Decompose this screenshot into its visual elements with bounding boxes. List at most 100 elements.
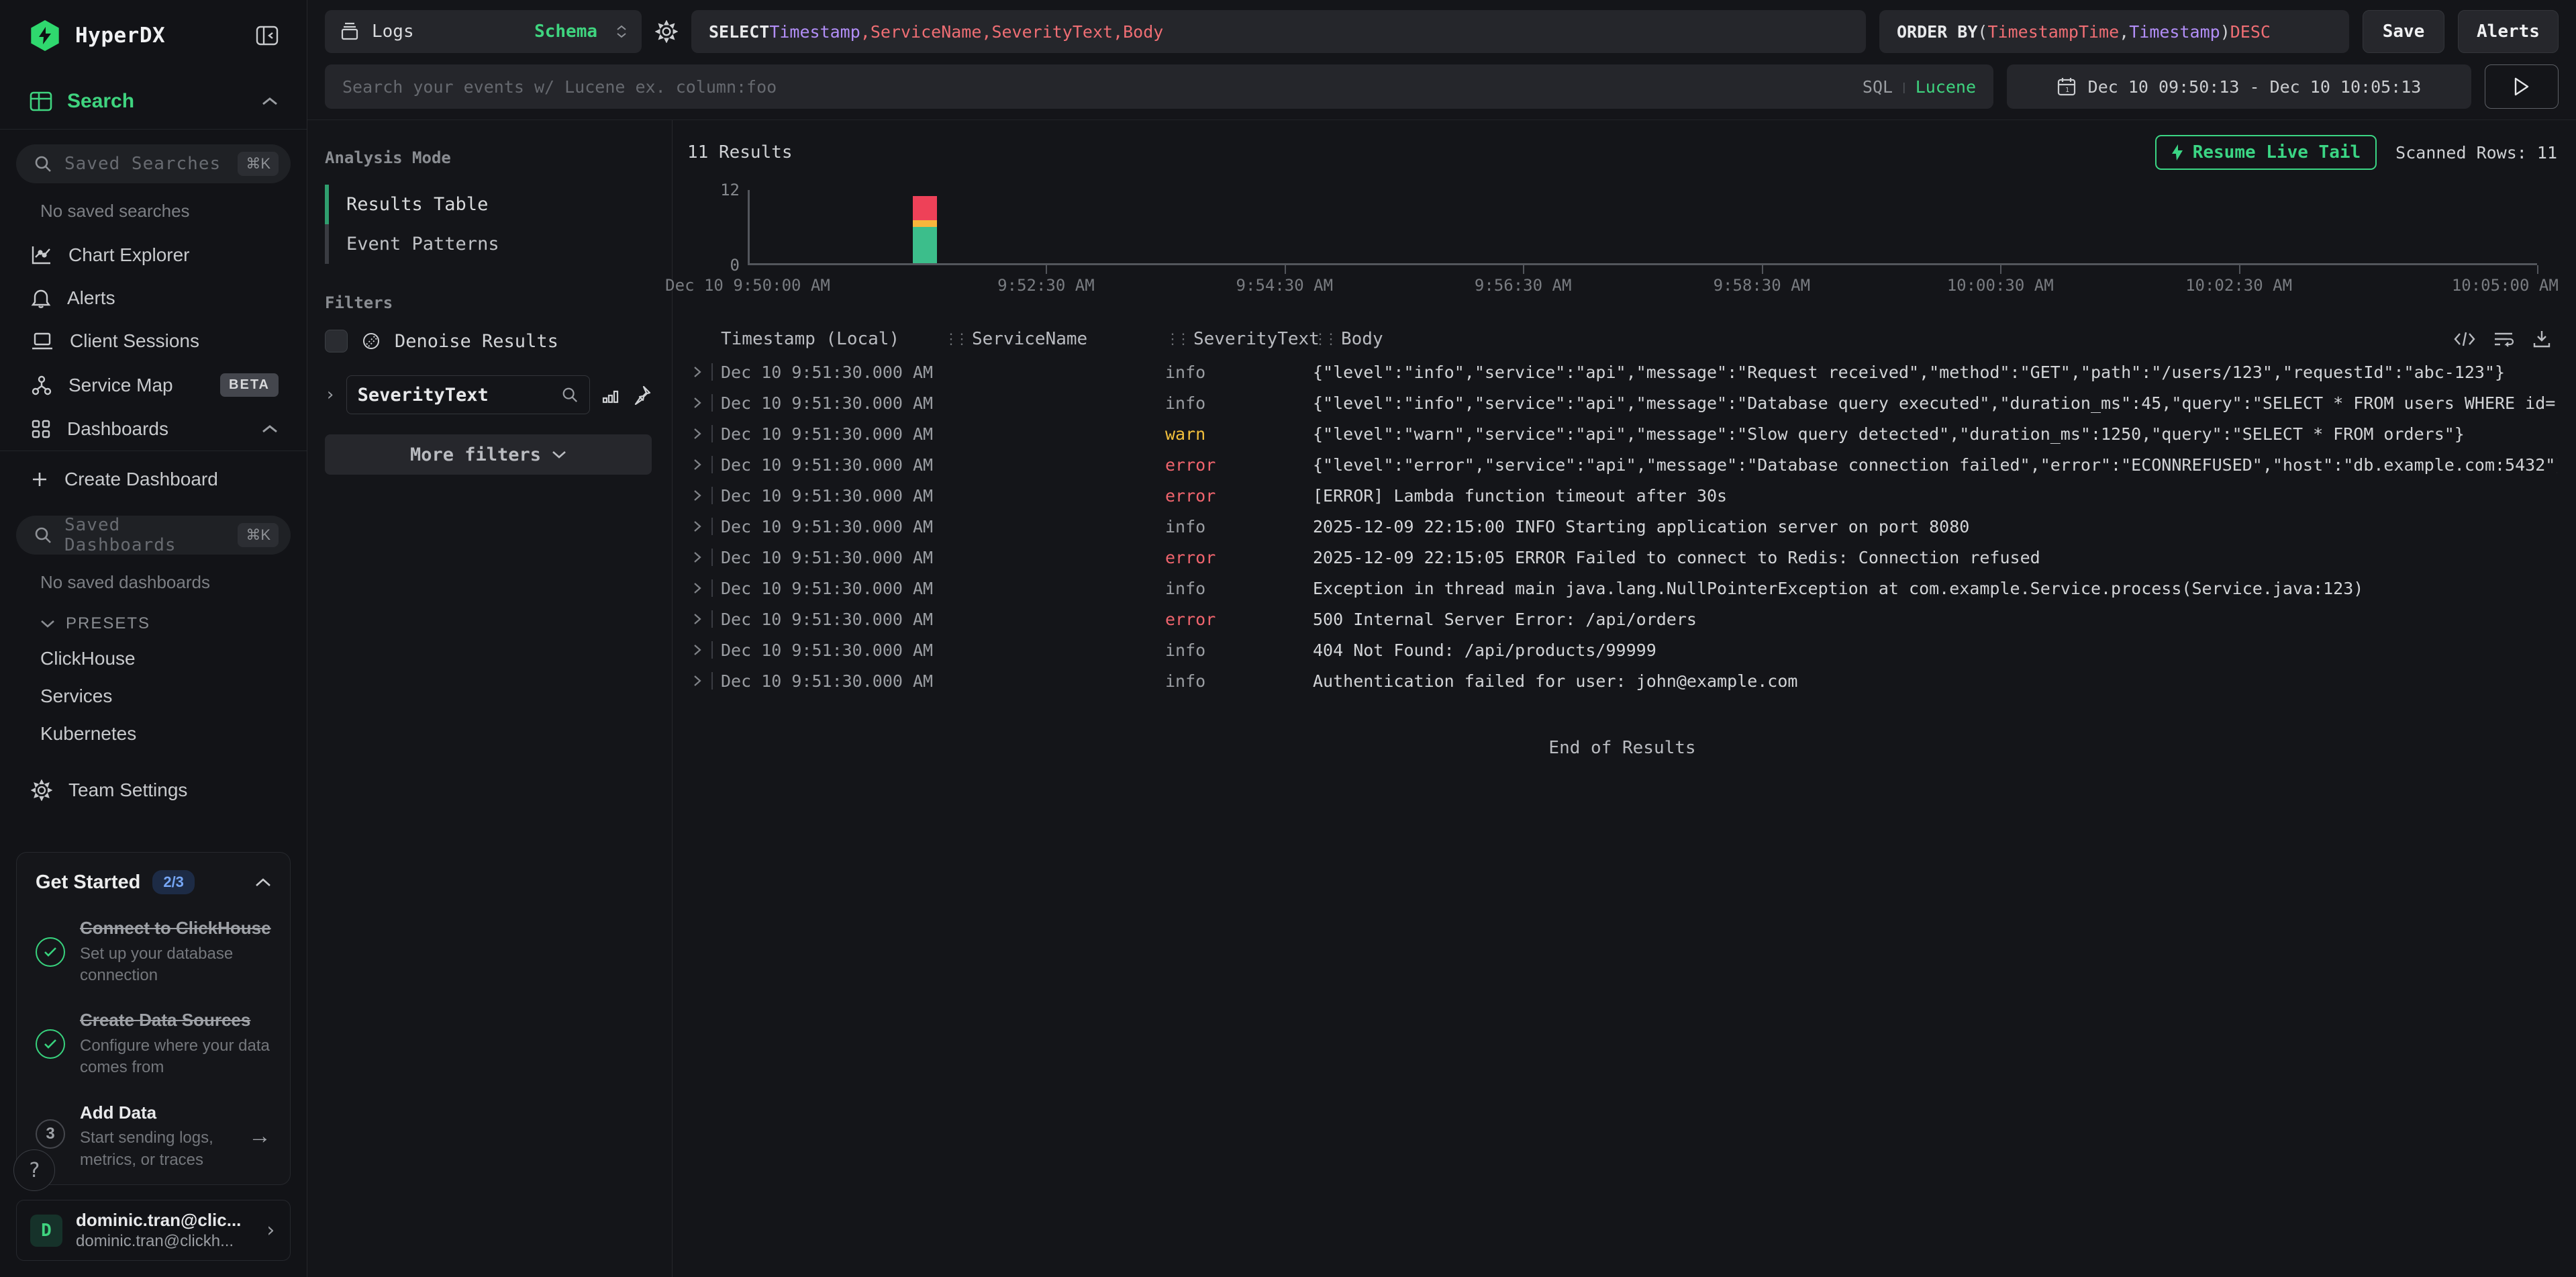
analysis-mode-results-table[interactable]: Results Table <box>325 185 652 224</box>
severity-filter-row: › SeverityText <box>325 375 652 414</box>
sidebar-item-dashboards[interactable]: Dashboards <box>0 408 307 451</box>
table-row[interactable]: Dec 10 9:51:30.000 AMwarn{"level":"warn"… <box>687 418 2557 449</box>
chevron-up-icon[interactable] <box>261 424 279 434</box>
row-expand-chevron[interactable] <box>687 672 721 690</box>
get-started-item[interactable]: 3Add DataStart sending logs, metrics, or… <box>36 1102 271 1171</box>
run-query-button[interactable] <box>2485 64 2559 109</box>
x-axis <box>748 263 2537 265</box>
table-row[interactable]: Dec 10 9:51:30.000 AMinfoException in th… <box>687 573 2557 604</box>
drag-handle-icon[interactable]: ⋮⋮ <box>1165 331 1187 348</box>
check-circle-icon <box>36 937 65 967</box>
denoise-label: Denoise Results <box>395 331 558 352</box>
end-of-results: End of Results <box>687 696 2557 785</box>
chart-filter-icon[interactable] <box>601 385 621 405</box>
analysis-mode-event-patterns[interactable]: Event Patterns <box>325 224 652 264</box>
sidebar-item-team-settings[interactable]: Team Settings <box>0 769 307 812</box>
table-row[interactable]: Dec 10 9:51:30.000 AMinfo{"level":"info"… <box>687 387 2557 418</box>
cell-severitytext: info <box>1165 641 1313 660</box>
denoise-checkbox[interactable] <box>325 330 348 352</box>
source-settings-gear-icon[interactable] <box>655 20 678 43</box>
save-button[interactable]: Save <box>2363 10 2444 53</box>
preset-item-services[interactable]: Services <box>0 677 307 715</box>
get-started-progress-badge: 2/3 <box>152 870 195 894</box>
event-search-input[interactable]: Search your events w/ Lucene ex. column:… <box>325 64 1993 109</box>
table-row[interactable]: Dec 10 9:51:30.000 AMerror{"level":"erro… <box>687 449 2557 480</box>
table-row[interactable]: Dec 10 9:51:30.000 AMerror500 Internal S… <box>687 604 2557 634</box>
table-row[interactable]: Dec 10 9:51:30.000 AMinfo2025-12-09 22:1… <box>687 511 2557 542</box>
sidebar-item-client-sessions[interactable]: Client Sessions <box>0 320 307 363</box>
filters-label: Filters <box>325 293 652 312</box>
chevron-up-icon[interactable] <box>261 96 279 107</box>
row-expand-chevron[interactable] <box>687 610 721 628</box>
content: Analysis Mode Results TableEvent Pattern… <box>307 120 2576 1277</box>
alerts-button[interactable]: Alerts <box>2458 10 2559 53</box>
saved-dashboards-input[interactable]: Saved Dashboards ⌘K <box>16 516 291 555</box>
row-expand-chevron[interactable] <box>687 579 721 597</box>
lang-toggle-lucene[interactable]: Lucene <box>1916 77 1976 97</box>
cell-severitytext: warn <box>1165 424 1313 444</box>
row-expand-chevron[interactable] <box>687 487 721 504</box>
results-panel: 11 Results Resume Live Tail Scanned Rows… <box>673 120 2576 1277</box>
chevron-right-icon[interactable]: › <box>325 385 336 405</box>
user-menu[interactable]: D dominic.tran@clic... dominic.tran@clic… <box>16 1200 291 1261</box>
severity-filter-search[interactable]: SeverityText <box>346 375 590 414</box>
row-expand-chevron[interactable] <box>687 518 721 535</box>
avatar: D <box>30 1215 62 1247</box>
text-wrap-icon[interactable] <box>2493 329 2514 349</box>
cell-timestamp: Dec 10 9:51:30.000 AM <box>721 579 944 598</box>
preset-item-clickhouse[interactable]: ClickHouse <box>0 640 307 677</box>
sidebar-item-service-map[interactable]: Service Map BETA <box>0 363 307 408</box>
y-axis-tick-label: 0 <box>730 256 740 275</box>
resume-live-tail-button[interactable]: Resume Live Tail <box>2155 135 2377 170</box>
presets-toggle[interactable]: PRESETS <box>0 605 307 640</box>
get-started-item[interactable]: Connect to ClickHouseSet up your databas… <box>36 917 271 986</box>
code-view-icon[interactable] <box>2454 329 2475 349</box>
table-row[interactable]: Dec 10 9:51:30.000 AMerror2025-12-09 22:… <box>687 542 2557 573</box>
more-filters-button[interactable]: More filters <box>325 434 652 475</box>
collapse-sidebar-icon[interactable] <box>256 25 279 46</box>
row-expand-chevron[interactable] <box>687 425 721 442</box>
col-header-body[interactable]: Body <box>1341 329 1383 349</box>
table-row[interactable]: Dec 10 9:51:30.000 AMinfo{"level":"info"… <box>687 357 2557 387</box>
histogram-bar[interactable] <box>913 196 937 263</box>
row-expand-chevron[interactable] <box>687 363 721 381</box>
query-token: DESC <box>2230 22 2271 42</box>
col-header-timestamp[interactable]: Timestamp (Local) <box>721 329 899 349</box>
shortcut-badge: ⌘K <box>238 152 279 176</box>
help-button[interactable]: ? <box>13 1149 55 1191</box>
saved-searches-input[interactable]: Saved Searches ⌘K <box>16 144 291 183</box>
table-row[interactable]: Dec 10 9:51:30.000 AMerror[ERROR] Lambda… <box>687 480 2557 511</box>
select-columns-input[interactable]: SELECT Timestamp,ServiceName,SeverityTex… <box>691 10 1866 53</box>
preset-item-kubernetes[interactable]: Kubernetes <box>0 715 307 753</box>
chevron-up-icon[interactable] <box>255 878 271 888</box>
download-icon[interactable] <box>2532 329 2552 349</box>
source-select[interactable]: Logs Schema <box>325 10 642 53</box>
row-expand-chevron[interactable] <box>687 394 721 412</box>
row-expand-chevron[interactable] <box>687 641 721 659</box>
drag-handle-icon[interactable]: ⋮⋮ <box>944 331 965 348</box>
sidebar-item-search[interactable]: Search <box>0 74 307 129</box>
cell-timestamp: Dec 10 9:51:30.000 AM <box>721 671 944 691</box>
table-row[interactable]: Dec 10 9:51:30.000 AMinfoAuthentication … <box>687 665 2557 696</box>
lang-toggle-sql[interactable]: SQL <box>1863 77 1893 97</box>
order-by-input[interactable]: ORDER BY (TimestampTime, Timestamp) DESC <box>1879 10 2349 53</box>
pin-icon[interactable] <box>632 385 652 405</box>
col-header-servicename[interactable]: ServiceName <box>972 329 1087 349</box>
query-token: ,ServiceName,SeverityText,Body <box>860 22 1164 42</box>
analysis-mode-list: Results TableEvent Patterns <box>325 185 652 264</box>
create-dashboard-button[interactable]: Create Dashboard <box>0 451 307 501</box>
col-header-severitytext[interactable]: SeverityText <box>1193 329 1320 349</box>
table-row[interactable]: Dec 10 9:51:30.000 AMinfo404 Not Found: … <box>687 634 2557 665</box>
row-expand-chevron[interactable] <box>687 549 721 566</box>
sidebar-item-alerts[interactable]: Alerts <box>0 277 307 320</box>
denoise-results-toggle[interactable]: Denoise Results <box>325 330 652 352</box>
y-axis-tick-label: 12 <box>720 181 740 199</box>
histogram-bar-segment-error <box>913 196 937 220</box>
date-range-picker[interactable]: 1 Dec 10 09:50:13 - Dec 10 10:05:13 <box>2007 64 2471 109</box>
no-saved-searches-text: No saved searches <box>0 189 307 234</box>
drag-handle-icon[interactable]: ⋮⋮ <box>1313 331 1334 348</box>
sidebar-item-chart-explorer[interactable]: Chart Explorer <box>0 234 307 277</box>
row-expand-chevron[interactable] <box>687 456 721 473</box>
get-started-item[interactable]: Create Data SourcesConfigure where your … <box>36 1009 271 1078</box>
lightning-icon <box>2171 144 2183 161</box>
